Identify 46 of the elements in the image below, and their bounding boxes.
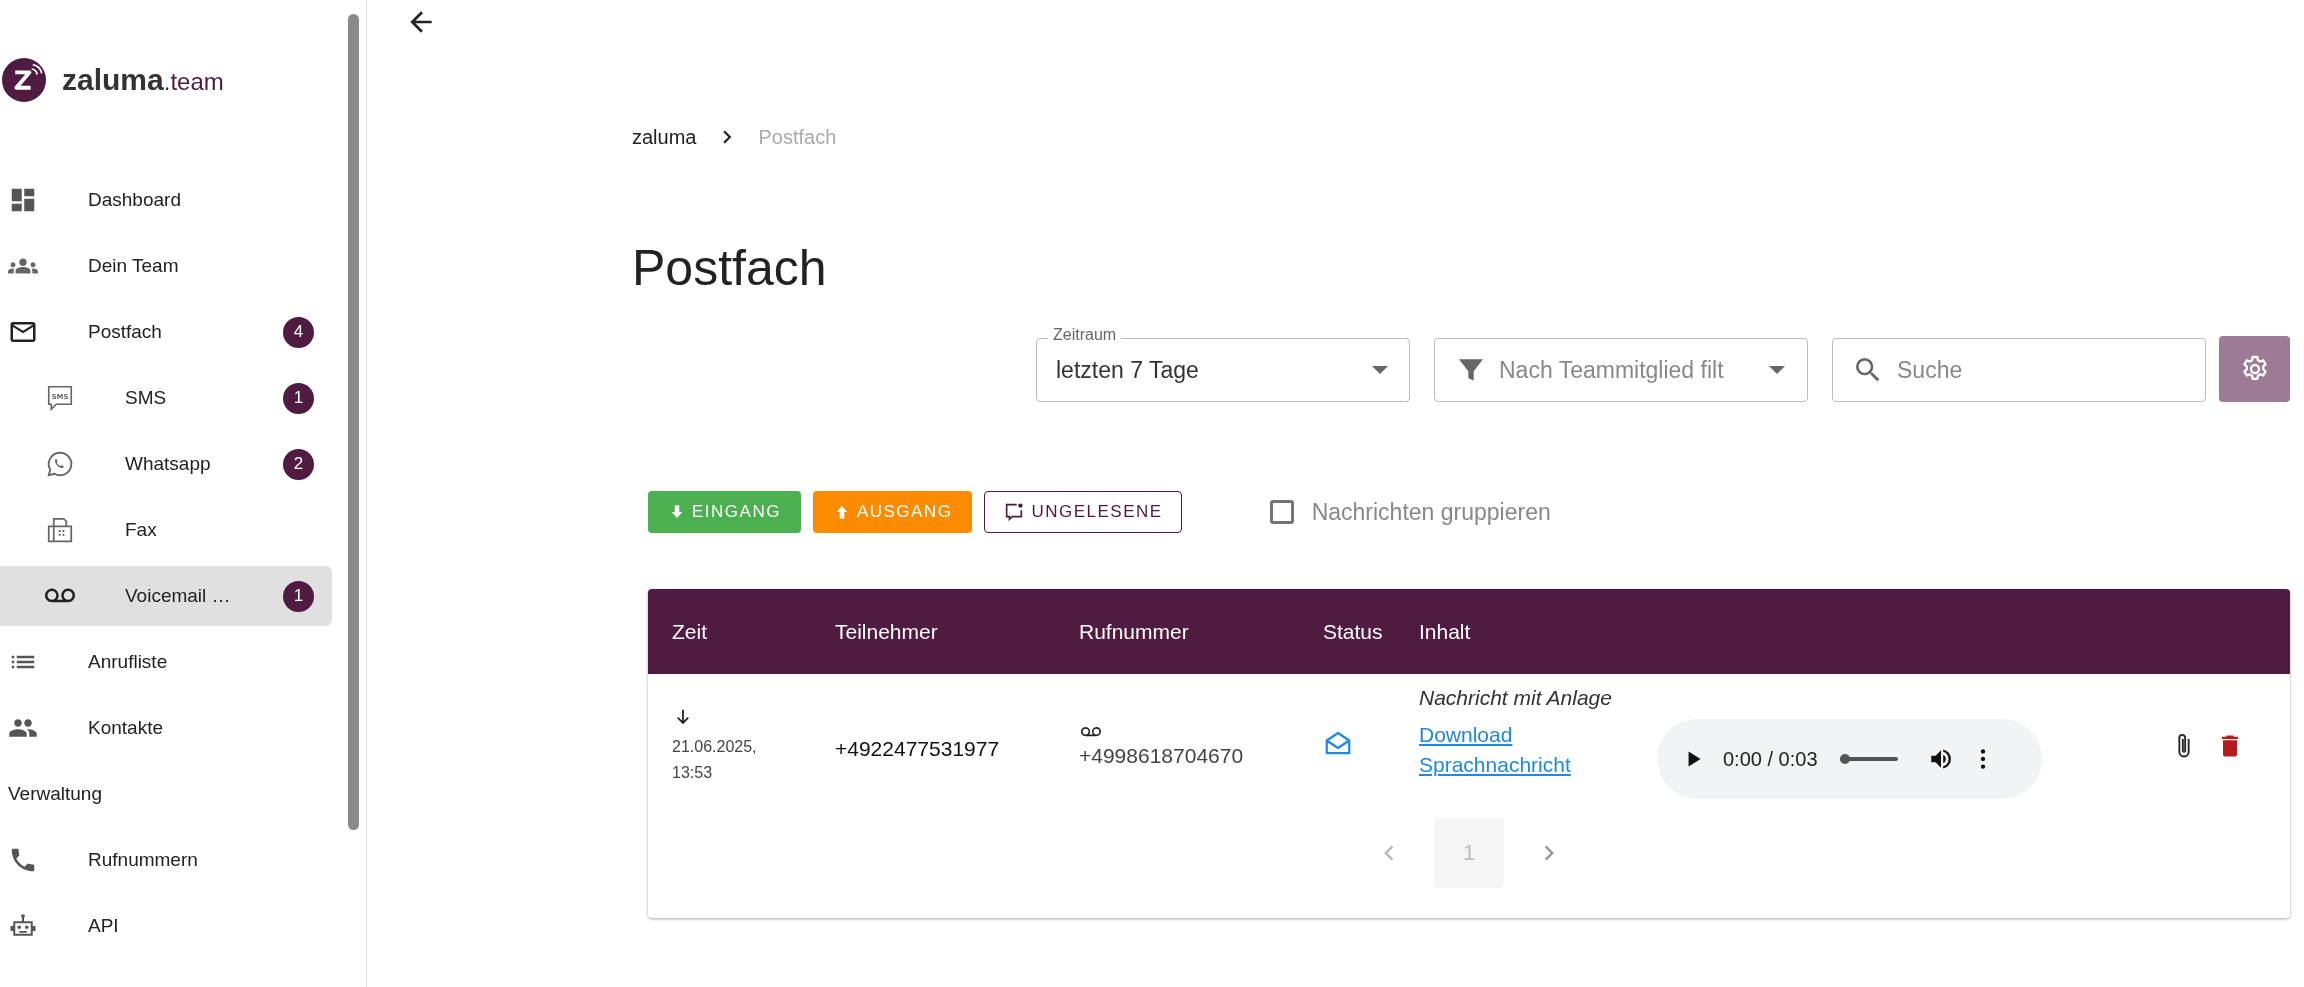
scrollbar-thumb[interactable] bbox=[348, 14, 359, 830]
fax-icon bbox=[45, 515, 75, 545]
period-select[interactable]: Zeitraum letzten 7 Tage bbox=[1036, 326, 1410, 402]
audio-time: 0:00 / 0:03 bbox=[1723, 747, 1818, 771]
dropdown-caret-icon bbox=[1372, 366, 1388, 374]
seek-slider[interactable] bbox=[1839, 757, 1898, 761]
audio-player[interactable]: 0:00 / 0:03 bbox=[1657, 719, 2042, 799]
settings-button[interactable] bbox=[2219, 336, 2290, 402]
chat-dot-icon bbox=[1003, 501, 1026, 523]
column-header[interactable]: Teilnehmer bbox=[811, 619, 1055, 644]
breadcrumb-link[interactable]: zaluma bbox=[632, 125, 697, 149]
member-filter-select[interactable]: Nach Teammitglied filt bbox=[1434, 338, 1808, 402]
breadcrumb-current: Postfach bbox=[758, 125, 837, 149]
sidebar-item[interactable]: Rufnummern bbox=[0, 830, 332, 890]
unread-filter-button[interactable]: UNGELESENE bbox=[984, 491, 1182, 533]
sidebar-item[interactable]: Fax bbox=[0, 500, 332, 560]
count-badge: 1 bbox=[283, 580, 314, 612]
chat-phone-icon bbox=[45, 449, 75, 479]
column-header[interactable]: Zeit bbox=[648, 619, 811, 644]
sidebar-item[interactable]: Postfach 4 bbox=[0, 302, 332, 362]
download-link[interactable]: Download Sprachnachricht bbox=[1419, 720, 1589, 780]
slider-thumb[interactable] bbox=[1839, 754, 1850, 764]
count-badge: 4 bbox=[283, 316, 314, 348]
search-field[interactable]: Suche bbox=[1832, 338, 2206, 402]
sidebar-item[interactable]: Anrufliste bbox=[0, 632, 332, 692]
page-title: Postfach bbox=[632, 239, 828, 298]
phone-number: +4998618704670 bbox=[1079, 744, 1245, 768]
count-badge: 1 bbox=[283, 382, 314, 414]
column-header[interactable]: Inhalt bbox=[1409, 619, 2290, 644]
date-time: 21.06.2025, 13:53 bbox=[672, 737, 758, 783]
sidebar-item[interactable]: Voicemail … 1 bbox=[0, 566, 332, 626]
column-header[interactable]: Status bbox=[1299, 619, 1409, 644]
message-title: Nachricht mit Anlage bbox=[1419, 686, 1613, 710]
sidebar-item[interactable]: API bbox=[0, 896, 332, 956]
checkbox[interactable] bbox=[1269, 500, 1294, 524]
sidebar-item[interactable]: Whatsapp 2 bbox=[0, 434, 332, 494]
sidebar-item[interactable]: Kontakte bbox=[0, 698, 332, 758]
sidebar-item[interactable]: Dein Team bbox=[0, 236, 332, 296]
section-heading: Verwaltung bbox=[7, 782, 103, 806]
count-badge: 2 bbox=[283, 448, 314, 480]
sidebar-item[interactable]: Dashboard bbox=[0, 170, 332, 230]
dropdown-caret-icon bbox=[1769, 366, 1785, 374]
logo-wordmark: zaluma.team bbox=[62, 63, 224, 97]
participant-number: +4922477531977 bbox=[835, 735, 1001, 761]
column-header[interactable]: Rufnummer bbox=[1055, 619, 1299, 644]
checkbox-label[interactable]: Nachrichten gruppieren bbox=[1311, 498, 1551, 526]
